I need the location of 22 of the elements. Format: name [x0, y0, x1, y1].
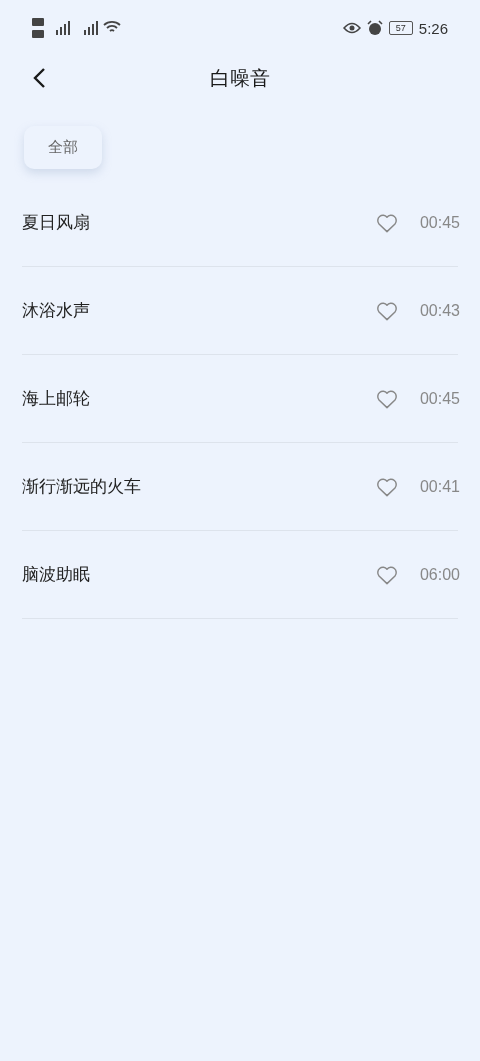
eye-icon: [342, 22, 361, 34]
track-duration: 06:00: [419, 565, 460, 584]
status-time: 5:26: [418, 19, 448, 37]
heart-icon[interactable]: [375, 212, 398, 233]
back-icon[interactable]: [32, 67, 46, 89]
track-name[interactable]: 海上邮轮: [22, 387, 376, 410]
track-name[interactable]: 渐行渐远的火车: [22, 475, 376, 498]
track-duration: 00:45: [419, 389, 460, 408]
alarm-icon: [366, 20, 383, 36]
track-name[interactable]: 脑波助眠: [22, 563, 376, 586]
track-name[interactable]: 夏日风扇: [22, 211, 376, 234]
track-duration: 00:45: [419, 213, 460, 232]
track-duration: 00:43: [419, 301, 460, 320]
heart-icon[interactable]: [375, 388, 398, 409]
heart-icon[interactable]: [375, 564, 398, 585]
filter-tab[interactable]: 全部: [24, 126, 102, 169]
track-name[interactable]: 沐浴水声: [22, 299, 376, 322]
battery-icon: 57: [388, 21, 413, 35]
page-title: 白噪音: [210, 64, 270, 92]
heart-icon[interactable]: [375, 476, 398, 497]
heart-icon[interactable]: [375, 300, 398, 321]
track-duration: 00:41: [419, 477, 460, 496]
